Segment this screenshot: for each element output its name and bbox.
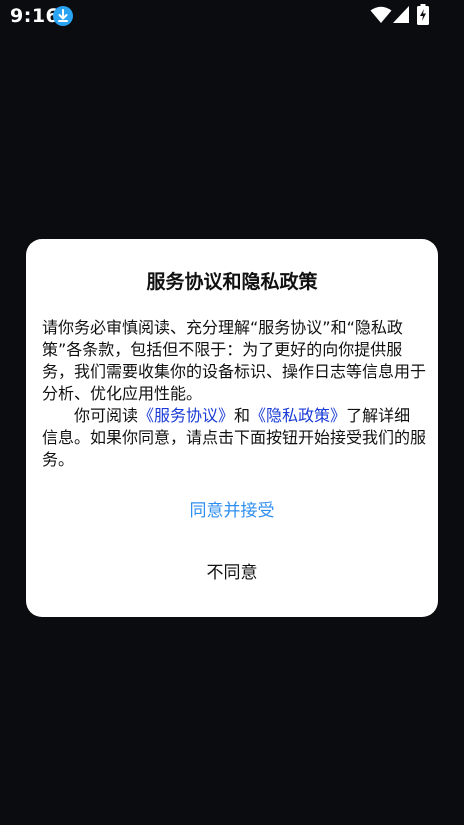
paragraph-2-middle: 和 [234, 406, 251, 425]
dialog-paragraph-1: 请你务必审慎阅读、充分理解“服务协议”和“隐私政策”各条款，包括但不限于：为了更… [42, 318, 427, 403]
disagree-button[interactable]: 不同意 [26, 555, 438, 591]
paragraph-2-prefix: 你可阅读 [74, 406, 139, 425]
status-bar: 9:16 [0, 0, 464, 32]
status-time: 9:16 [10, 5, 60, 27]
dialog-paragraph-2: 你可阅读《服务协议》和《隐私政策》了解详细信息。如果你同意，请点击下面按钮开始接… [42, 405, 426, 471]
service-agreement-link[interactable]: 《服务协议》 [138, 406, 234, 425]
signal-icon [393, 6, 409, 23]
wifi-icon [370, 6, 392, 23]
agree-button[interactable]: 同意并接受 [26, 493, 438, 529]
download-icon [53, 6, 73, 26]
privacy-dialog: 服务协议和隐私政策 请你务必审慎阅读、充分理解“服务协议”和“隐私政策”各条款，… [26, 239, 438, 617]
dialog-title: 服务协议和隐私政策 [146, 271, 318, 293]
battery-charging-icon [417, 4, 429, 25]
privacy-policy-link[interactable]: 《隐私政策》 [250, 406, 346, 425]
dialog-body: 请你务必审慎阅读、充分理解“服务协议”和“隐私政策”各条款，包括但不限于：为了更… [42, 317, 426, 471]
